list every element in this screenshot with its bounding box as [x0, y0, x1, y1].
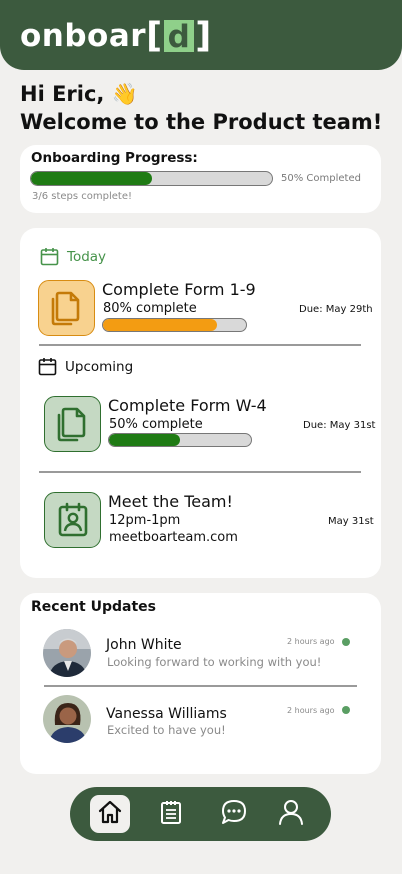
divider: [44, 685, 357, 687]
task-progress-fill: [109, 434, 180, 446]
task-progress-fill: [103, 319, 218, 331]
bottom-nav: [70, 787, 331, 841]
today-label: Today: [67, 248, 107, 265]
logo-bracket-close: ]: [195, 15, 212, 56]
online-status-dot: [342, 638, 350, 646]
calendar-icon: [40, 247, 59, 266]
greeting-hi: Hi Eric,: [20, 82, 112, 106]
task-progress-bar: [108, 433, 252, 447]
clipboard-icon: [158, 799, 184, 829]
app-logo[interactable]: onboar[d]: [20, 16, 212, 56]
home-icon: [97, 799, 123, 829]
upcoming-section-header: Upcoming: [38, 357, 133, 376]
task-due-date: Due: May 31st: [303, 420, 376, 431]
document-copy-icon: [44, 396, 101, 452]
nav-profile[interactable]: [271, 795, 311, 833]
update-message: Looking forward to working with you!: [107, 655, 322, 669]
onboarding-progress-bar: [30, 171, 273, 186]
welcome-text: Welcome to the Product team!: [20, 110, 383, 134]
document-copy-icon: [38, 280, 95, 336]
meeting-link[interactable]: meetboarteam.com: [109, 530, 238, 545]
id-badge-icon: [44, 492, 101, 548]
meeting-date: May 31st: [328, 516, 374, 527]
recent-updates-title: Recent Updates: [31, 599, 156, 615]
today-section-header: Today: [40, 247, 106, 266]
meeting-title: Meet the Team!: [108, 492, 233, 511]
update-author-name: Vanessa Williams: [106, 706, 227, 722]
nav-home[interactable]: [90, 795, 130, 833]
task-title: Complete Form 1-9: [102, 280, 256, 299]
calendar-icon: [38, 357, 57, 376]
task-progress-text: 80% complete: [103, 301, 197, 316]
tasks-card: Today Complete Form 1-9 80% complete Due…: [20, 228, 381, 578]
recent-updates-card: Recent Updates John White Looking forwar…: [20, 593, 381, 774]
task-progress-text: 50% complete: [109, 417, 203, 432]
nav-tasks[interactable]: [151, 795, 191, 833]
greeting: Hi Eric, 👋 Welcome to the Product team!: [20, 80, 382, 136]
divider: [39, 344, 361, 346]
nav-messages[interactable]: [214, 795, 254, 833]
user-icon: [277, 798, 305, 830]
onboarding-percent: 50% Completed: [281, 173, 361, 184]
task-title: Complete Form W-4: [108, 396, 267, 415]
update-timestamp: 2 hours ago: [287, 706, 335, 715]
onboarding-steps: 3/6 steps complete!: [32, 191, 133, 202]
update-timestamp: 2 hours ago: [287, 637, 335, 646]
logo-letter: d: [163, 20, 195, 54]
wave-icon: 👋: [111, 82, 138, 106]
online-status-dot: [342, 706, 350, 714]
divider: [39, 471, 361, 473]
logo-text: onboar: [20, 18, 147, 54]
onboarding-progress-fill: [31, 172, 152, 185]
logo-bracket-open: [: [146, 15, 163, 56]
app-header: onboar[d]: [0, 0, 402, 70]
meeting-time: 12pm-1pm: [109, 513, 181, 528]
chat-bubble-icon: [220, 798, 248, 830]
avatar: [43, 629, 91, 677]
onboarding-progress-card: Onboarding Progress: 50% Completed 3/6 s…: [20, 145, 381, 213]
update-author-name: John White: [106, 637, 182, 653]
upcoming-label: Upcoming: [65, 358, 134, 375]
task-due-date: Due: May 29th: [299, 304, 373, 315]
update-message: Excited to have you!: [107, 723, 226, 737]
avatar: [43, 695, 91, 743]
task-progress-bar: [102, 318, 247, 332]
onboarding-progress-title: Onboarding Progress:: [31, 150, 198, 166]
